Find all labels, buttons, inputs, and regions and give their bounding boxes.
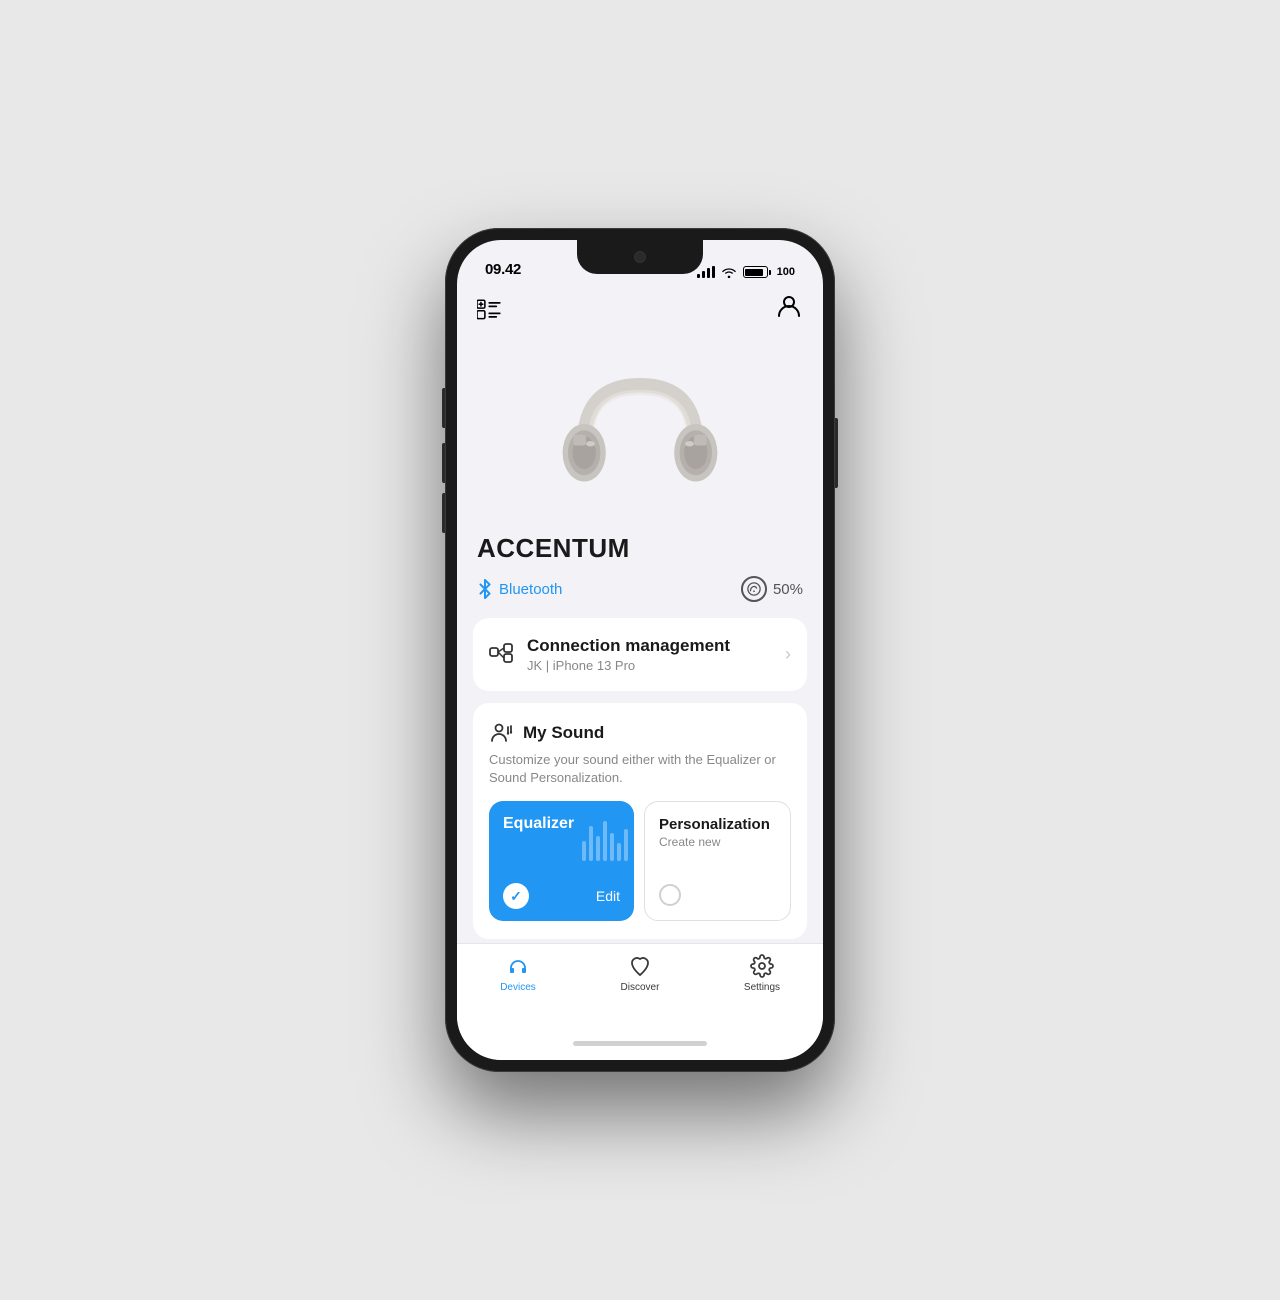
- chevron-right-icon: ›: [785, 644, 791, 665]
- connection-info: Connection management JK | iPhone 13 Pro: [527, 636, 785, 673]
- profile-button[interactable]: [775, 292, 803, 325]
- phone-screen: 09.42 10: [457, 240, 823, 1060]
- status-icons: 100: [697, 266, 795, 278]
- heart-nav-icon: [628, 954, 652, 978]
- nav-item-settings[interactable]: Settings: [701, 954, 823, 993]
- gear-nav-icon: [750, 954, 774, 978]
- personalization-title: Personalization: [659, 816, 776, 833]
- app-content: ACCENTUM Bluetooth: [457, 337, 823, 943]
- app-header: [457, 284, 823, 337]
- bluetooth-icon: [477, 579, 493, 599]
- equalizer-option[interactable]: Equalizer: [489, 801, 634, 921]
- device-name: ACCENTUM: [473, 533, 807, 576]
- battery-icon: [743, 266, 771, 278]
- headphones-section: [473, 337, 807, 533]
- nav-item-devices[interactable]: Devices: [457, 954, 579, 993]
- personalization-radio[interactable]: [659, 884, 681, 906]
- personalization-option[interactable]: Personalization Create new: [644, 801, 791, 921]
- battery-percent-label: 50%: [773, 581, 803, 598]
- my-sound-description: Customize your sound either with the Equ…: [489, 751, 791, 787]
- phone-frame: 09.42 10: [445, 228, 835, 1072]
- bottom-nav: Devices Discover Settings: [457, 943, 823, 1026]
- add-device-button[interactable]: [477, 295, 505, 323]
- headphone-battery-icon: [741, 576, 767, 602]
- my-sound-card: My Sound Customize your sound either wit…: [473, 703, 807, 939]
- connection-icon: [489, 640, 513, 669]
- nav-label-settings: Settings: [744, 982, 780, 993]
- bluetooth-status: Bluetooth: [477, 579, 562, 599]
- wifi-icon: [721, 266, 737, 278]
- my-sound-title: My Sound: [523, 723, 604, 743]
- my-sound-header: My Sound: [489, 721, 791, 745]
- eq-check-icon: ✓: [503, 883, 529, 909]
- headphone-battery-status: 50%: [741, 576, 803, 602]
- connection-title: Connection management: [527, 636, 785, 656]
- nav-label-devices: Devices: [500, 982, 536, 993]
- notch: [577, 240, 703, 274]
- battery-label: 100: [777, 266, 795, 278]
- connection-subtitle: JK | iPhone 13 Pro: [527, 658, 785, 673]
- nav-label-discover: Discover: [621, 982, 660, 993]
- signal-icon: [697, 266, 715, 278]
- eq-waves: [582, 811, 628, 861]
- nav-item-discover[interactable]: Discover: [579, 954, 701, 993]
- status-time: 09.42: [485, 261, 521, 278]
- home-indicator: [457, 1026, 823, 1060]
- eq-edit-label[interactable]: Edit: [596, 888, 620, 904]
- headphone-nav-icon: [506, 954, 530, 978]
- sound-options: Equalizer: [489, 801, 791, 921]
- my-sound-icon: [489, 721, 513, 745]
- bluetooth-label: Bluetooth: [499, 581, 562, 598]
- headphones-image: [550, 357, 730, 517]
- personalization-subtitle: Create new: [659, 835, 776, 849]
- camera: [634, 251, 646, 263]
- device-status-row: Bluetooth 50%: [473, 576, 807, 618]
- connection-management-card[interactable]: Connection management JK | iPhone 13 Pro…: [473, 618, 807, 691]
